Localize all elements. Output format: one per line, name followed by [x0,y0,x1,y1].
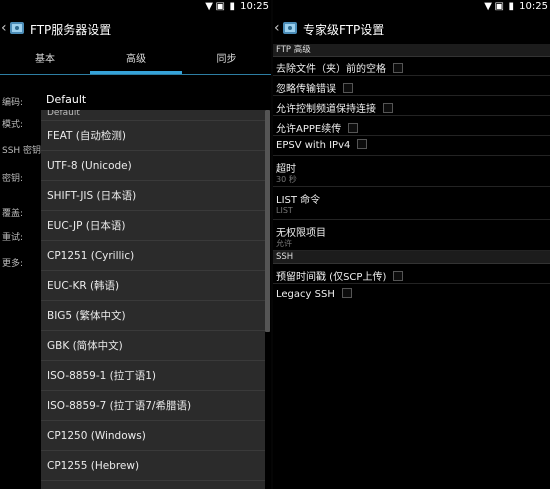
pref-summary: 允许 [276,239,292,248]
checkbox-trim-spaces[interactable] [393,63,403,73]
pref-label: 无权限项目 [276,228,326,239]
ftp-server-settings-screen: ▼ ▣ ▮ 10:25 ‹ FTP服务器设置 基本 高级 同步 编码: Defa… [0,0,271,489]
key-label: 密钥: [2,174,24,184]
pref-label: 允许控制频道保持连接 [276,104,376,115]
page-title: 专家级FTP设置 [303,23,385,37]
pref-preserve-timestamp[interactable]: 预留时间戳 (仅SCP上传) [273,264,550,284]
pref-appe-resume[interactable]: 允许APPE续传 [273,116,550,136]
dropdown-item[interactable]: GBK (简体中文) [41,331,265,361]
encoding-dropdown[interactable]: Default FEAT (自动检测) UTF-8 (Unicode) SHIF… [41,110,265,489]
app-icon[interactable] [8,19,26,37]
dropdown-item[interactable]: CP1251 (Cyrillic) [41,241,265,271]
ssh-key-label: SSH 密钥: [2,146,45,156]
dropdown-scrollbar[interactable] [265,110,270,332]
dropdown-item-default[interactable]: Default [41,110,265,121]
checkbox-appe-resume[interactable] [348,123,359,133]
wifi-icon: ▼ [484,1,492,12]
status-bar: ▼ ▣ ▮ 10:25 [273,0,550,14]
tab-bar: 基本 高级 同步 [0,46,271,75]
encoding-label: 编码: [2,98,24,108]
dropdown-item[interactable]: ISO-8859-7 (拉丁语7/希腊语) [41,391,265,421]
overwrite-label: 覆盖: [2,209,24,219]
pref-label: 忽略传输错误 [276,84,336,95]
app-icon[interactable] [281,19,299,37]
pref-ignore-errors[interactable]: 忽略传输错误 [273,76,550,96]
checkbox-legacy-ssh[interactable] [341,288,352,298]
checkbox-keep-alive[interactable] [383,103,393,113]
pref-unprivileged-items[interactable]: 无权限项目 允许 [273,220,550,251]
dropdown-item[interactable]: CP1255 (Hebrew) [41,451,265,481]
mode-label: 模式: [2,120,24,130]
pref-legacy-ssh[interactable]: Legacy SSH [273,284,550,306]
action-bar: ‹ 专家级FTP设置 [273,14,550,44]
dropdown-item[interactable]: FEAT (自动检测) [41,121,265,151]
tab-advanced[interactable]: 高级 [90,46,182,74]
dropdown-item[interactable]: BIG5 (繁体中文) [41,301,265,331]
pref-label: 允许APPE续传 [276,124,342,135]
pref-summary: LIST [276,206,293,215]
pref-label: 超时 [276,164,296,175]
pref-label: 预留时间戳 (仅SCP上传) [276,272,387,283]
pref-label: EPSV with IPv4 [276,140,351,151]
action-bar: ‹ FTP服务器设置 [0,14,271,44]
status-time: 10:25 [240,1,269,12]
pref-timeout[interactable]: 超时 30 秒 [273,156,550,187]
back-icon[interactable]: ‹ [274,20,280,36]
dropdown-item[interactable]: UTF-8 (Unicode) [41,151,265,181]
dropdown-item[interactable]: ISO-8859-1 (拉丁语1) [41,361,265,391]
expert-ftp-settings-screen: ▼ ▣ ▮ 10:25 ‹ 专家级FTP设置 FTP 高级 去除文件（夹）前的空… [273,0,550,489]
sim-icon: ▣ [215,1,225,12]
checkbox-ignore-errors[interactable] [343,83,353,93]
page-title: FTP服务器设置 [30,23,112,37]
dropdown-item[interactable]: SHIFT-JIS (日本语) [41,181,265,211]
dropdown-item[interactable]: CP1250 (Windows) [41,421,265,451]
tab-basic[interactable]: 基本 [0,46,90,74]
checkbox-epsv-ipv4[interactable] [357,139,368,149]
sim-icon: ▣ [494,1,504,12]
dropdown-item[interactable]: EUC-JP (日本语) [41,211,265,241]
pref-list-command[interactable]: LIST 命令 LIST [273,187,550,220]
pref-epsv-ipv4[interactable]: EPSV with IPv4 [273,136,550,156]
dropdown-item[interactable]: EUC-KR (韩语) [41,271,265,301]
pref-trim-spaces[interactable]: 去除文件（夹）前的空格 [273,57,550,76]
pref-label: LIST 命令 [276,195,321,206]
battery-icon: ▮ [508,1,514,12]
pref-label: Legacy SSH [276,289,335,300]
section-header-ftp-advanced: FTP 高级 [273,44,550,57]
pref-summary: 30 秒 [276,175,297,184]
pref-label: 去除文件（夹）前的空格 [276,64,386,75]
wifi-icon: ▼ [205,1,213,12]
retry-label: 重试: [2,233,24,243]
status-time: 10:25 [519,1,548,12]
battery-icon: ▮ [229,1,235,12]
back-icon[interactable]: ‹ [1,20,7,36]
pref-keep-alive[interactable]: 允许控制频道保持连接 [273,96,550,116]
encoding-spinner[interactable]: Default [46,93,86,106]
section-header-ssh: SSH [273,251,550,264]
checkbox-preserve-timestamp[interactable] [393,271,404,281]
status-bar: ▼ ▣ ▮ 10:25 [0,0,271,14]
tab-sync[interactable]: 同步 [182,46,271,74]
more-label: 更多: [2,259,24,269]
